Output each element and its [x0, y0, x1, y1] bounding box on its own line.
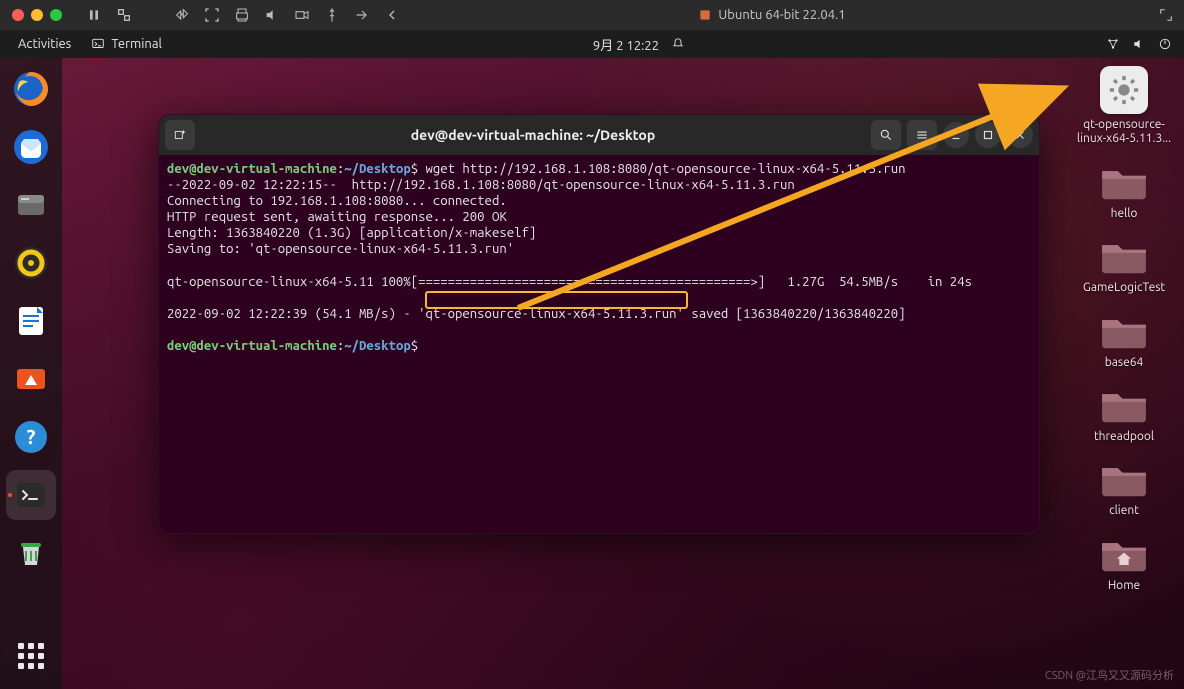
clock-label[interactable]: 9月 2 12:22	[593, 35, 659, 54]
folder-icon	[1099, 161, 1149, 203]
desktop-folder-home[interactable]: Home	[1074, 533, 1174, 593]
folder-icon	[1099, 458, 1149, 500]
show-applications-button[interactable]	[6, 631, 56, 681]
volume-icon[interactable]	[264, 7, 280, 23]
search-icon	[879, 128, 893, 142]
menu-button[interactable]	[907, 120, 937, 150]
search-button[interactable]	[871, 120, 901, 150]
desktop-icons-column: qt-opensource-linux-x64-5.11.3... hello …	[1074, 66, 1174, 593]
terminal-output[interactable]: dev@dev-virtual-machine:~/Desktop$ wget …	[167, 161, 1031, 354]
desktop-folder-hello[interactable]: hello	[1074, 161, 1174, 221]
status-area[interactable]	[1106, 37, 1176, 51]
dock-ubuntu-software[interactable]	[6, 354, 56, 404]
terminal-window: dev@dev-virtual-machine: ~/Desktop dev@d…	[158, 114, 1040, 534]
disk-icon	[698, 8, 712, 22]
vm-title: Ubuntu 64-bit 22.04.1	[400, 8, 1144, 22]
dock: ?	[0, 58, 62, 689]
app-indicator[interactable]: Terminal	[81, 37, 172, 51]
power-icon	[1158, 37, 1172, 51]
chevron-left-icon[interactable]	[384, 7, 400, 23]
dock-terminal[interactable]	[6, 470, 56, 520]
maximize-button[interactable]	[975, 122, 1001, 148]
app-name-label: Terminal	[111, 37, 162, 51]
vm-title-text: Ubuntu 64-bit 22.04.1	[718, 8, 845, 22]
desktop-area[interactable]: ? dev@dev-virtual-machine: ~/Desktop	[0, 58, 1184, 689]
resize-icon[interactable]	[174, 7, 190, 23]
minimize-window-button[interactable]	[31, 9, 43, 21]
dock-files[interactable]	[6, 180, 56, 230]
printer-icon[interactable]	[234, 7, 250, 23]
volume-status-icon	[1132, 37, 1146, 51]
desktop-folder-client[interactable]: client	[1074, 458, 1174, 518]
terminal-titlebar[interactable]: dev@dev-virtual-machine: ~/Desktop	[159, 115, 1039, 155]
gear-icon	[1100, 66, 1148, 114]
desktop-folder-gamelogictest[interactable]: GameLogicTest	[1074, 235, 1174, 295]
close-icon	[1013, 128, 1027, 142]
fullscreen-icon[interactable]	[204, 7, 220, 23]
folder-icon	[1099, 384, 1149, 426]
close-button[interactable]	[1007, 122, 1033, 148]
new-tab-button[interactable]	[165, 120, 195, 150]
camera-icon[interactable]	[294, 7, 310, 23]
close-window-button[interactable]	[12, 9, 24, 21]
maximize-window-button[interactable]	[50, 9, 62, 21]
svg-text:?: ?	[27, 425, 36, 448]
folder-icon	[1099, 235, 1149, 277]
vm-toolbar-icons	[74, 7, 400, 23]
watermark: CSDN @江鸟又又源码分析	[1045, 667, 1174, 683]
terminal-app-icon	[91, 37, 105, 51]
expand-icon[interactable]	[1158, 7, 1174, 23]
terminal-title: dev@dev-virtual-machine: ~/Desktop	[201, 127, 865, 143]
notification-bell-icon[interactable]	[671, 37, 685, 51]
terminal-body[interactable]: dev@dev-virtual-machine:~/Desktop$ wget …	[159, 155, 1039, 533]
hamburger-icon	[915, 128, 929, 142]
desktop-folder-threadpool[interactable]: threadpool	[1074, 384, 1174, 444]
activities-button[interactable]: Activities	[8, 37, 81, 51]
dock-trash[interactable]	[6, 528, 56, 578]
desktop-folder-base64[interactable]: base64	[1074, 310, 1174, 370]
network-icon	[1106, 37, 1120, 51]
desktop-icon-qt-run-file[interactable]: qt-opensource-linux-x64-5.11.3...	[1074, 66, 1174, 147]
dock-libreoffice-writer[interactable]	[6, 296, 56, 346]
dock-thunderbird[interactable]	[6, 122, 56, 172]
folder-icon	[1099, 310, 1149, 352]
share-icon[interactable]	[354, 7, 370, 23]
minimize-button[interactable]	[943, 122, 969, 148]
gnome-top-bar: Activities Terminal 9月 2 12:22	[0, 30, 1184, 58]
dock-rhythmbox[interactable]	[6, 238, 56, 288]
dock-firefox[interactable]	[6, 64, 56, 114]
pause-icon[interactable]	[86, 7, 102, 23]
home-folder-icon	[1099, 533, 1149, 575]
window-traffic-lights	[0, 9, 74, 21]
dock-help[interactable]: ?	[6, 412, 56, 462]
vm-host-bar: Ubuntu 64-bit 22.04.1	[0, 0, 1184, 30]
snapshot-icon[interactable]	[116, 7, 132, 23]
usb-icon[interactable]	[324, 7, 340, 23]
